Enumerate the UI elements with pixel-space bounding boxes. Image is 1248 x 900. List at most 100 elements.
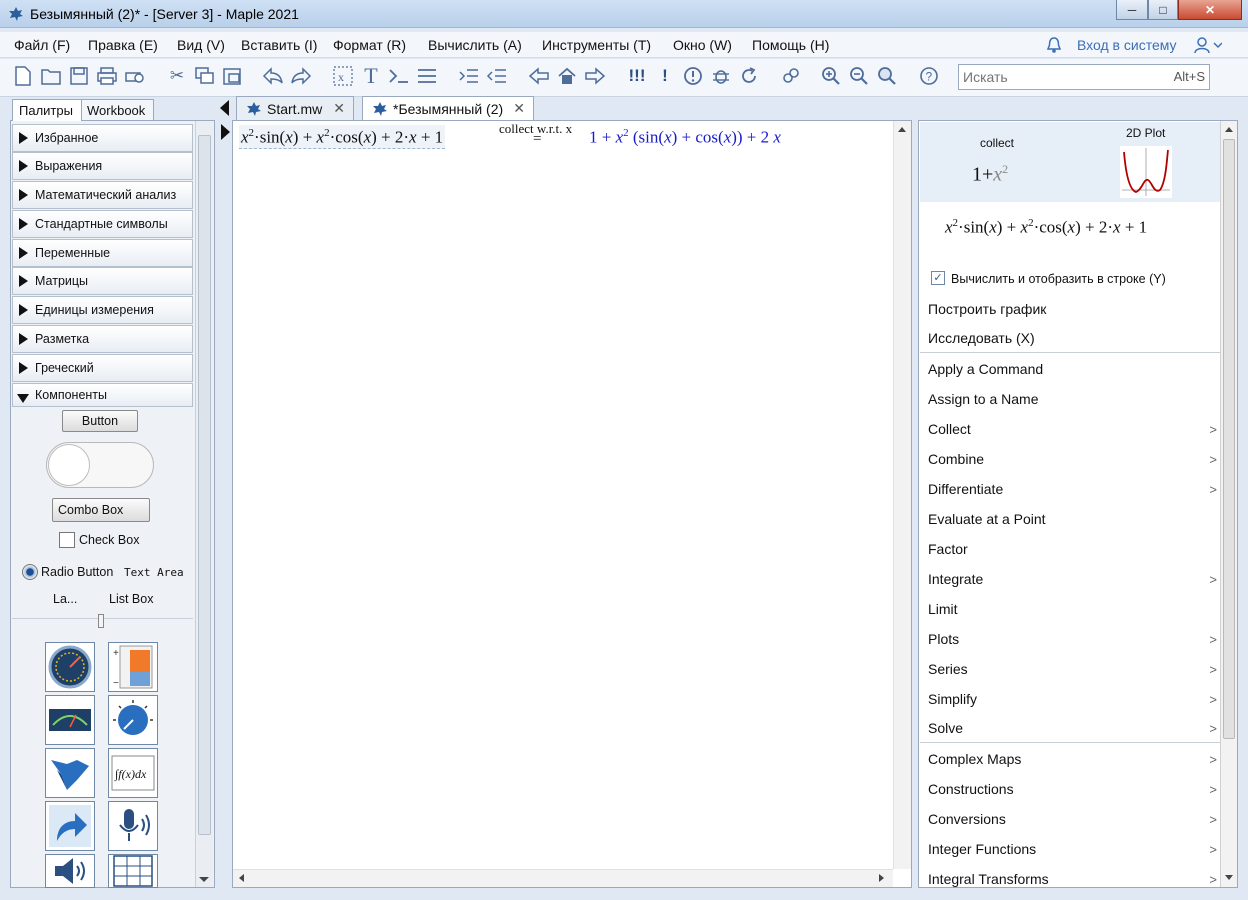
indent-icon[interactable] <box>458 65 480 87</box>
menu-evaluate-at-a-point[interactable]: Evaluate at a Point <box>928 511 1046 527</box>
menu-view[interactable]: Вид (V) <box>177 37 225 53</box>
interrupt-icon[interactable] <box>682 65 704 87</box>
menu-constructions[interactable]: Constructions <box>928 781 1014 797</box>
component-toggle[interactable] <box>46 442 154 488</box>
palette-common-symbols[interactable]: Стандартные символы <box>12 210 193 238</box>
menu-file[interactable]: Файл (F) <box>14 37 70 53</box>
user-icon[interactable] <box>1194 36 1222 54</box>
menu-apply-a-command[interactable]: Apply a Command <box>928 361 1043 377</box>
tab-workbook[interactable]: Workbook <box>80 99 154 121</box>
forward-icon[interactable] <box>584 65 606 87</box>
palette-favorites[interactable]: Избранное <box>12 124 193 152</box>
redo-icon[interactable] <box>290 65 312 87</box>
close-tab-icon[interactable]: ✕ <box>333 100 345 117</box>
expand-left-icon[interactable] <box>221 124 230 140</box>
menu-integrate[interactable]: Integrate <box>928 571 983 587</box>
copy-icon[interactable] <box>194 65 216 87</box>
bell-icon[interactable] <box>1046 36 1062 54</box>
paragraph-icon[interactable] <box>416 65 438 87</box>
tab-palettes[interactable]: Палитры <box>12 99 82 121</box>
execute-icon[interactable]: ! <box>654 65 676 87</box>
menu-help[interactable]: Помощь (H) <box>752 37 829 53</box>
menu-collect[interactable]: Collect <box>928 421 971 437</box>
menu-differentiate[interactable]: Differentiate <box>928 481 1003 497</box>
help-icon[interactable]: ? <box>918 65 940 87</box>
scroll-left-icon[interactable] <box>239 874 244 882</box>
close-tab-icon[interactable]: ✕ <box>513 100 525 117</box>
menu-conversions[interactable]: Conversions <box>928 811 1006 827</box>
plot-preview[interactable]: 2D Plot <box>1110 124 1190 200</box>
menu-simplify[interactable]: Simplify <box>928 691 977 707</box>
paste-icon[interactable] <box>222 65 244 87</box>
menu-plots[interactable]: Plots <box>928 631 959 647</box>
palette-variables[interactable]: Переменные <box>12 239 193 267</box>
tab-start-mw[interactable]: Start.mw ✕ <box>236 96 354 120</box>
palette-units[interactable]: Единицы измерения <box>12 296 193 324</box>
menu-edit[interactable]: Правка (E) <box>88 37 158 53</box>
gauge-icon[interactable] <box>45 642 95 692</box>
component-slider[interactable] <box>98 614 104 628</box>
menu-factor[interactable]: Factor <box>928 541 968 557</box>
debugger-icon[interactable] <box>710 65 732 87</box>
menu-format[interactable]: Формат (R) <box>333 37 406 53</box>
plot-action[interactable]: Построить график <box>928 301 1046 317</box>
data-table-icon[interactable] <box>108 854 158 888</box>
palette-calculus[interactable]: Математический анализ <box>12 181 193 209</box>
palette-scroll-thumb[interactable] <box>198 135 211 835</box>
explore-action[interactable]: Исследовать (X) <box>928 330 1035 346</box>
scroll-up-icon[interactable] <box>1225 127 1233 132</box>
math-input[interactable]: x2·sin(x) + x2·cos(x) + 2·x + 1 <box>239 125 446 149</box>
menu-tools[interactable]: Инструменты (T) <box>542 37 651 53</box>
zoom-in-icon[interactable] <box>820 65 842 87</box>
zoom-out-icon[interactable] <box>848 65 870 87</box>
component-combo-box[interactable]: Combo Box <box>52 498 150 522</box>
document-vertical-scrollbar[interactable] <box>893 121 911 869</box>
component-button[interactable]: Button <box>62 410 138 432</box>
cut-icon[interactable]: ✂ <box>166 65 188 87</box>
worksheet-document[interactable]: x2·sin(x) + x2·cos(x) + 2·x + 1 collect … <box>232 120 912 888</box>
close-button[interactable]: ✕ <box>1178 0 1242 20</box>
speaker-icon[interactable] <box>45 854 95 888</box>
component-label[interactable]: La... <box>53 592 77 606</box>
dial-icon[interactable] <box>108 695 158 745</box>
menu-window[interactable]: Окно (W) <box>673 37 732 53</box>
math-input-icon[interactable]: x <box>332 65 354 87</box>
undo-icon[interactable] <box>262 65 284 87</box>
microphone-icon[interactable] <box>108 801 158 851</box>
menu-limit[interactable]: Limit <box>928 601 958 617</box>
palette-components[interactable]: Компоненты <box>12 383 193 407</box>
restart-icon[interactable] <box>738 65 760 87</box>
menu-combine[interactable]: Combine <box>928 451 984 467</box>
menu-insert[interactable]: Вставить (I) <box>241 37 317 53</box>
collapse-left-icon[interactable] <box>220 100 229 116</box>
component-text-area[interactable]: Text Area <box>124 566 184 579</box>
meter-icon[interactable] <box>45 695 95 745</box>
scroll-down-icon[interactable] <box>1225 875 1233 880</box>
save-icon[interactable] <box>68 65 90 87</box>
shortcut-arrow-icon[interactable] <box>45 801 95 851</box>
tab-untitled-2[interactable]: *Безымянный (2) ✕ <box>362 96 534 120</box>
palette-layout[interactable]: Разметка <box>12 325 193 353</box>
menu-integer-functions[interactable]: Integer Functions <box>928 841 1036 857</box>
inline-evaluate-checkbox[interactable]: ✓ <box>931 271 945 285</box>
outdent-icon[interactable] <box>486 65 508 87</box>
component-radio-button-circle[interactable] <box>22 564 38 580</box>
open-folder-icon[interactable] <box>40 65 62 87</box>
palette-expressions[interactable]: Выражения <box>12 152 193 180</box>
menu-integral-transforms[interactable]: Integral Transforms <box>928 871 1049 887</box>
scroll-up-icon[interactable] <box>898 127 906 132</box>
document-horizontal-scrollbar[interactable] <box>233 869 893 887</box>
collect-preview[interactable]: collect 1+x2 <box>960 130 1040 196</box>
new-document-icon[interactable] <box>12 65 34 87</box>
menu-complex-maps[interactable]: Complex Maps <box>928 751 1021 767</box>
zoom-reset-icon[interactable] <box>876 65 898 87</box>
volume-meter-icon[interactable]: + − <box>108 642 158 692</box>
connect-icon[interactable] <box>780 65 802 87</box>
print-preview-icon[interactable] <box>124 65 146 87</box>
execution-group-icon[interactable] <box>388 65 410 87</box>
palette-greek[interactable]: Греческий <box>12 354 193 382</box>
minimize-button[interactable]: ─ <box>1116 0 1148 20</box>
menu-assign-to-a-name[interactable]: Assign to a Name <box>928 391 1039 407</box>
palette-scrollbar[interactable] <box>195 121 213 887</box>
menu-series[interactable]: Series <box>928 661 968 677</box>
